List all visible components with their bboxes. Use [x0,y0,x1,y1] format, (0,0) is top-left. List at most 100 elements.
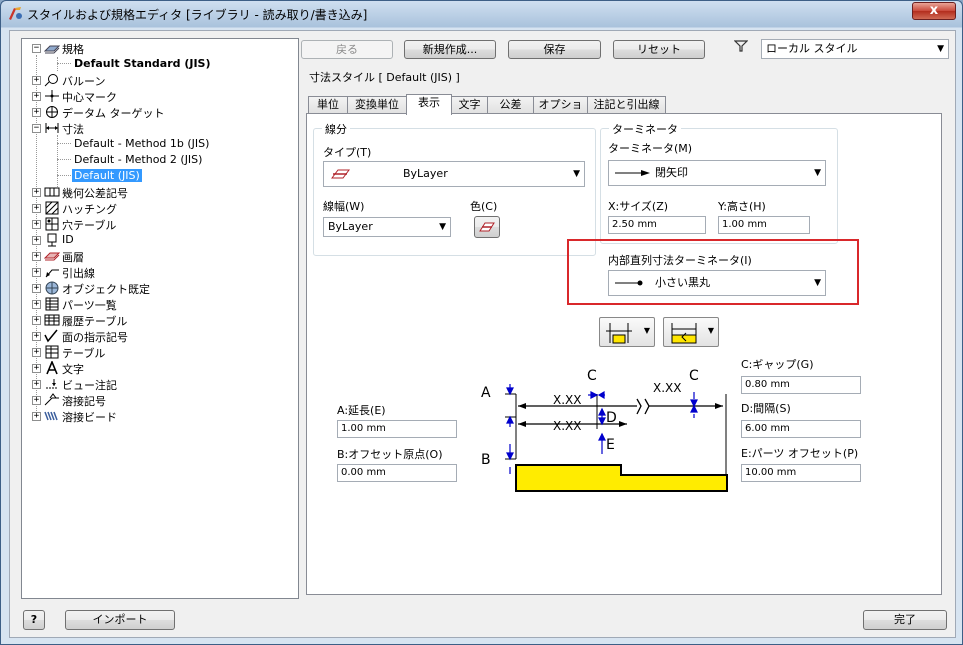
tree-item[interactable]: + 画層 [22,248,298,264]
save-button[interactable]: 保存 [508,40,601,59]
extension-input[interactable]: 1.00 mm [337,420,457,438]
tree-item[interactable]: + 幾何公差記号 [22,184,298,200]
datum-target-icon [46,106,58,118]
done-button[interactable]: 完了 [863,610,947,630]
tree-item[interactable]: − 寸法 [22,120,298,136]
back-button[interactable]: 戻る [301,40,393,59]
parts-offset-input[interactable]: 10.00 mm [741,464,861,482]
expand-icon[interactable]: + [32,396,41,405]
expand-icon[interactable]: + [32,348,41,357]
expand-icon[interactable]: + [32,92,41,101]
tree-label: 文字 [62,363,84,376]
new-style-button[interactable]: 新規作成... [404,40,496,59]
xx-text-3: X.XX [553,419,581,433]
view-annotation-icon [46,379,58,389]
expand-icon[interactable]: + [32,220,41,229]
tree-item[interactable]: + 引出線 [22,264,298,280]
tree-item[interactable]: + バルーン [22,72,298,88]
style-filter-select[interactable]: ローカル スタイル ▼ [761,39,949,59]
tree-item[interactable]: + ビュー注記 [22,376,298,392]
tree-label: オブジェクト既定 [62,283,150,296]
layer-icon [44,252,60,261]
tab-tolerance[interactable]: 公差 [487,96,534,114]
tree-label: パーツ一覧 [62,299,117,312]
tree-item[interactable]: + 文字 [22,360,298,376]
color-button[interactable] [474,216,500,238]
tree-label: 溶接記号 [62,395,106,408]
tab-units[interactable]: 単位 [308,96,348,114]
inner-terminator-label: 内部直列寸法ターミネータ(I) [608,254,752,267]
x-size-input[interactable]: 2.50 mm [608,216,706,234]
tree-item[interactable]: + 溶接記号 [22,392,298,408]
line-group-title: 線分 [322,121,350,137]
tab-options[interactable]: オプション [533,96,588,127]
expand-icon[interactable]: + [32,76,41,85]
filter-icon[interactable] [734,39,748,53]
dimension-preview-diagram: A B C C D E X.XX X.XX X.XX [481,368,728,492]
tree-item[interactable]: + オブジェクト既定 [22,280,298,296]
tab-display[interactable]: 表示 [406,94,452,115]
expand-icon[interactable]: + [32,284,41,293]
tree-item[interactable]: + 穴テーブル [22,216,298,232]
small-dot-icon [615,280,643,286]
expand-icon[interactable]: + [32,364,41,373]
reset-button[interactable]: リセット [613,40,705,59]
import-button[interactable]: インポート [65,610,175,630]
label-d: D [606,410,617,426]
expand-icon[interactable]: + [32,236,41,245]
y-size-input[interactable]: 1.00 mm [718,216,810,234]
tab-alternate-units[interactable]: 変換単位 [347,96,407,114]
origin-offset-input[interactable]: 0.00 mm [337,464,457,482]
line-weight-value: ByLayer [328,220,373,233]
close-button[interactable]: x [912,2,956,20]
tree-item-dimension-method1b[interactable]: Default - Method 1b (JIS) [22,136,298,152]
line-weight-label: 線幅(W) [323,200,365,213]
dimension-layout-button[interactable]: ▼ [599,317,655,347]
tree-label: Default - Method 1b (JIS) [74,137,210,150]
tree-item[interactable]: + ハッチング [22,200,298,216]
tree-item[interactable]: + 履歴テーブル [22,312,298,328]
help-button[interactable]: ? [23,610,45,630]
expand-icon[interactable]: + [32,316,41,325]
inner-terminator-select[interactable]: 小さい黒丸 ▼ [608,270,826,296]
tab-notes-leaders[interactable]: 注記と引出線 [587,96,666,114]
collapse-icon[interactable]: − [32,44,41,53]
gap-input[interactable]: 0.80 mm [741,376,861,394]
surface-texture-icon [44,329,58,343]
collapse-icon[interactable]: − [32,124,41,133]
tree-label: ID [62,233,74,246]
tree-item[interactable]: + 面の指示記号 [22,328,298,344]
tree-item[interactable]: + 溶接ビード [22,408,298,424]
expand-icon[interactable]: + [32,300,41,309]
expand-icon[interactable]: + [32,380,41,389]
tree-item[interactable]: + パーツ一覧 [22,296,298,312]
spacing-input[interactable]: 6.00 mm [741,420,861,438]
tree-item-dimension-default[interactable]: Default (JIS) [22,168,298,184]
expand-icon[interactable]: + [32,252,41,261]
tree-item-standards[interactable]: − 規格 [22,40,298,56]
tree-item[interactable]: + 中心マーク [22,88,298,104]
style-tree[interactable]: − 規格 Default Standard (JIS) + バルーン + 中心マーク +… [21,38,299,599]
expand-icon[interactable]: + [32,412,41,421]
tree-item[interactable]: + ID [22,232,298,248]
x-size-label: X:サイズ(Z) [608,200,669,213]
dimension-offset-button[interactable]: ▼ [663,317,719,347]
tree-label: ビュー注記 [62,379,117,392]
tab-text[interactable]: 文字 [451,96,488,114]
expand-icon[interactable]: + [32,108,41,117]
expand-icon[interactable]: + [32,332,41,341]
tree-item[interactable]: + テーブル [22,344,298,360]
tree-item[interactable]: + データム ターゲット [22,104,298,120]
expand-icon[interactable]: + [32,188,41,197]
weld-bead-icon [44,411,58,421]
center-mark-icon [45,90,59,102]
expand-icon[interactable]: + [32,268,41,277]
line-weight-select[interactable]: ByLayer ▼ [323,217,451,237]
xx-text-1: X.XX [553,393,581,407]
terminator-select[interactable]: 閉矢印 ▼ [608,160,826,186]
expand-icon[interactable]: + [32,204,41,213]
line-type-icon [331,169,350,179]
tree-item-dimension-method2[interactable]: Default - Method 2 (JIS) [22,152,298,168]
line-type-select[interactable]: ByLayer ▼ [323,161,585,187]
tree-item-default-standard[interactable]: Default Standard (JIS) [22,56,298,72]
